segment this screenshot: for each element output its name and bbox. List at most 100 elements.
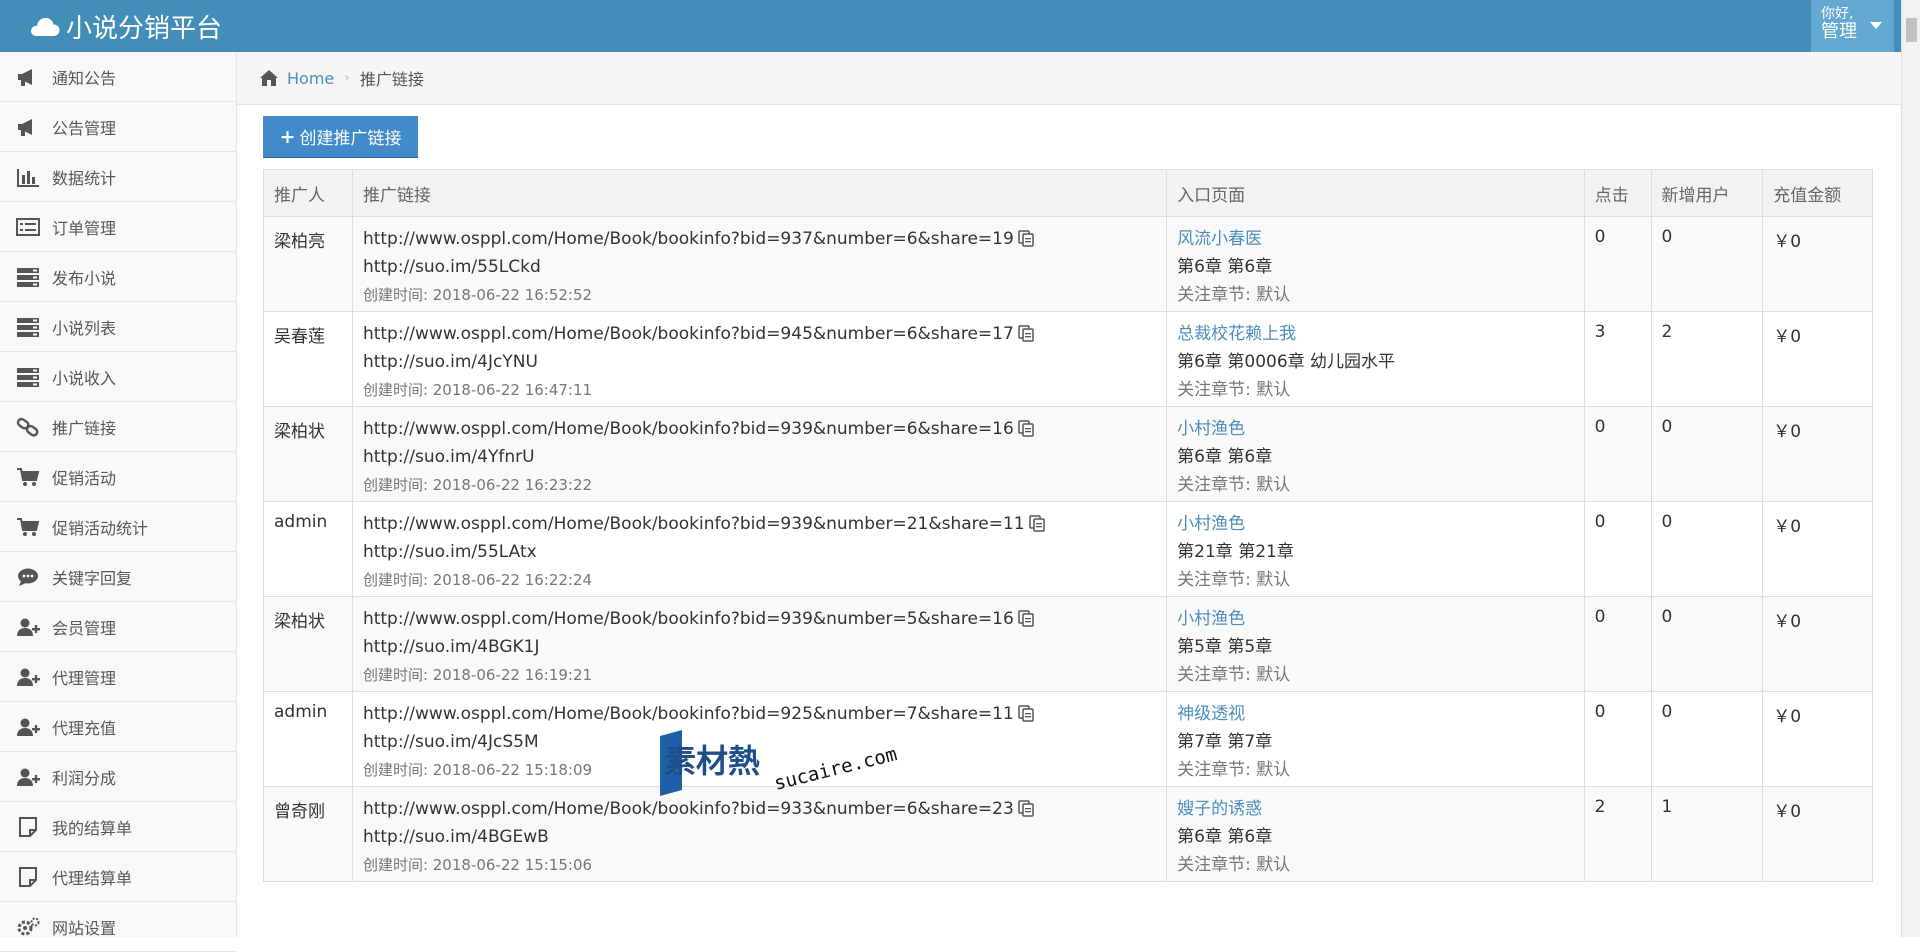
sidebar-item[interactable]: 利润分成 bbox=[0, 752, 236, 802]
sidebar-item-label: 会员管理 bbox=[52, 618, 117, 638]
cell-new-users: 0 bbox=[1650, 596, 1764, 692]
cell-link: http://www.osppl.com/Home/Book/bookinfo?… bbox=[351, 786, 1168, 882]
cell-link: http://www.osppl.com/Home/Book/bookinfo?… bbox=[351, 596, 1168, 692]
sidebar-item[interactable]: 推广链接 bbox=[0, 402, 236, 452]
scrollbar-thumb[interactable] bbox=[1906, 18, 1917, 42]
top-navbar: 小说分销平台 你好, 管理 bbox=[0, 0, 1920, 52]
user-plus-icon bbox=[14, 615, 42, 639]
book-link[interactable]: 嫂子的诱惑 bbox=[1177, 797, 1574, 822]
user-plus-icon bbox=[14, 765, 42, 789]
book-link[interactable]: 风流小春医 bbox=[1177, 227, 1574, 252]
book-link[interactable]: 小村渔色 bbox=[1177, 512, 1574, 537]
book-link[interactable]: 小村渔色 bbox=[1177, 607, 1574, 632]
cell-promoter: 梁柏亮 bbox=[263, 216, 353, 312]
chapter-text: 第6章 第6章 bbox=[1177, 447, 1273, 467]
copy-icon[interactable] bbox=[1028, 515, 1045, 540]
breadcrumb-home-link[interactable]: Home bbox=[287, 69, 334, 88]
cell-amount: ￥0 bbox=[1762, 501, 1873, 597]
cell-promoter: 吴春莲 bbox=[263, 311, 353, 407]
user-plus-icon bbox=[14, 665, 42, 689]
sidebar-item-label: 数据统计 bbox=[52, 168, 117, 188]
created-time: 创建时间: 2018-06-22 16:47:11 bbox=[362, 381, 593, 399]
book-link[interactable]: 小村渔色 bbox=[1177, 417, 1574, 442]
follow-chapter-text: 关注章节: 默认 bbox=[1177, 475, 1291, 495]
copy-icon[interactable] bbox=[1018, 610, 1034, 635]
cart-icon bbox=[14, 515, 42, 539]
sidebar-item[interactable]: 促销活动 bbox=[0, 452, 236, 502]
breadcrumb-current: 推广链接 bbox=[359, 70, 424, 89]
cart-icon bbox=[14, 465, 42, 489]
sidebar-item-label: 代理管理 bbox=[52, 668, 117, 688]
sidebar-item[interactable]: 数据统计 bbox=[0, 152, 236, 202]
breadcrumb-separator: › bbox=[344, 70, 350, 86]
short-url: http://suo.im/4BGEwB bbox=[362, 827, 549, 847]
short-url: http://suo.im/55LAtx bbox=[362, 542, 537, 562]
cell-entry-page: 小村渔色 第21章 第21章 关注章节: 默认 bbox=[1166, 501, 1585, 597]
promo-url: http://www.osppl.com/Home/Book/bookinfo?… bbox=[362, 609, 1014, 629]
table-row: 梁柏状 http://www.osppl.com/Home/Book/bookin… bbox=[263, 596, 1873, 692]
sidebar-item[interactable]: 公告管理 bbox=[0, 102, 236, 152]
cell-amount: ￥0 bbox=[1762, 216, 1873, 312]
sidebar-item-label: 发布小说 bbox=[52, 268, 117, 288]
sidebar-item[interactable]: 会员管理 bbox=[0, 602, 236, 652]
follow-chapter-text: 关注章节: 默认 bbox=[1177, 760, 1291, 780]
create-promo-link-button[interactable]: + 创建推广链接 bbox=[263, 116, 418, 157]
sidebar-item-label: 代理充值 bbox=[52, 718, 117, 738]
sidebar-item[interactable]: 小说收入 bbox=[0, 352, 236, 402]
column-header-promoter: 推广人 bbox=[263, 169, 353, 217]
link-icon bbox=[14, 415, 42, 439]
copy-icon[interactable] bbox=[1018, 705, 1034, 730]
cell-new-users: 1 bbox=[1650, 786, 1764, 882]
sidebar-item-label: 小说收入 bbox=[52, 368, 117, 388]
promo-url: http://www.osppl.com/Home/Book/bookinfo?… bbox=[362, 419, 1014, 439]
cell-entry-page: 神级透视第7章 第7章 关注章节: 默认 bbox=[1166, 691, 1585, 787]
copy-icon[interactable] bbox=[1018, 230, 1034, 255]
sidebar-item[interactable]: 通知公告 bbox=[0, 52, 236, 102]
user-name: 管理 bbox=[1821, 21, 1857, 42]
sidebar-item[interactable]: 代理管理 bbox=[0, 652, 236, 702]
book-link[interactable]: 神级透视 bbox=[1177, 702, 1574, 727]
sidebar-item[interactable]: 关键字回复 bbox=[0, 552, 236, 602]
sidebar-item[interactable]: 发布小说 bbox=[0, 252, 236, 302]
user-menu-toggle[interactable]: 你好, 管理 bbox=[1811, 0, 1894, 52]
sidebar-item[interactable]: 促销活动统计 bbox=[0, 502, 236, 552]
column-header-entry-page: 入口页面 bbox=[1166, 169, 1585, 217]
bullhorn-icon bbox=[14, 115, 42, 139]
cell-clicks: 0 bbox=[1583, 216, 1652, 312]
cell-amount: ￥0 bbox=[1762, 311, 1873, 407]
cell-link: http://www.osppl.com/Home/Book/bookinfo?… bbox=[351, 406, 1168, 502]
sidebar-item[interactable]: 网站设置 bbox=[0, 902, 236, 952]
column-header-new-users: 新增用户 bbox=[1650, 169, 1764, 217]
copy-icon[interactable] bbox=[1018, 420, 1034, 445]
copy-icon[interactable] bbox=[1018, 325, 1034, 350]
cell-promoter: 梁柏状 bbox=[263, 406, 353, 502]
page-scrollbar[interactable] bbox=[1901, 0, 1920, 937]
sidebar-item[interactable]: 小说列表 bbox=[0, 302, 236, 352]
created-time: 创建时间: 2018-06-22 16:52:52 bbox=[362, 286, 593, 304]
chapter-text: 第5章 第5章 bbox=[1177, 637, 1273, 657]
book-link[interactable]: 总裁校花赖上我 bbox=[1177, 322, 1574, 347]
sidebar-item-label: 促销活动 bbox=[52, 468, 117, 488]
chapter-text: 第7章 第7章 bbox=[1177, 732, 1273, 752]
table-row: 梁柏状 http://www.osppl.com/Home/Book/bookin… bbox=[263, 406, 1873, 502]
chapter-text: 第6章 第6章 bbox=[1177, 827, 1273, 847]
caret-down-icon bbox=[1870, 22, 1882, 29]
cell-new-users: 0 bbox=[1650, 691, 1764, 787]
sidebar-item[interactable]: 我的结算单 bbox=[0, 802, 236, 852]
cell-link: http://www.osppl.com/Home/Book/bookinfo?… bbox=[351, 216, 1168, 312]
sidebar-item[interactable]: 代理充值 bbox=[0, 702, 236, 752]
note-icon bbox=[14, 865, 42, 889]
copy-icon[interactable] bbox=[1018, 800, 1034, 825]
watermark: 素材熱 sucaire.com bbox=[660, 728, 920, 798]
plus-icon: + bbox=[279, 125, 296, 148]
table-row: 曾奇刚 http://www.osppl.com/Home/Book/bookin… bbox=[263, 786, 1873, 882]
cell-amount: ￥0 bbox=[1762, 691, 1873, 787]
sidebar-item[interactable]: 代理结算单 bbox=[0, 852, 236, 902]
cell-promoter: 曾奇刚 bbox=[263, 786, 353, 882]
sidebar-item[interactable]: 订单管理 bbox=[0, 202, 236, 252]
sidebar-item-label: 代理结算单 bbox=[52, 868, 133, 888]
cell-entry-page: 风流小春医 第6章 第6章 关注章节: 默认 bbox=[1166, 216, 1585, 312]
watermark-cn: 素材熱 bbox=[664, 742, 760, 780]
brand[interactable]: 小说分销平台 bbox=[30, 8, 222, 44]
cell-clicks: 0 bbox=[1583, 691, 1652, 787]
